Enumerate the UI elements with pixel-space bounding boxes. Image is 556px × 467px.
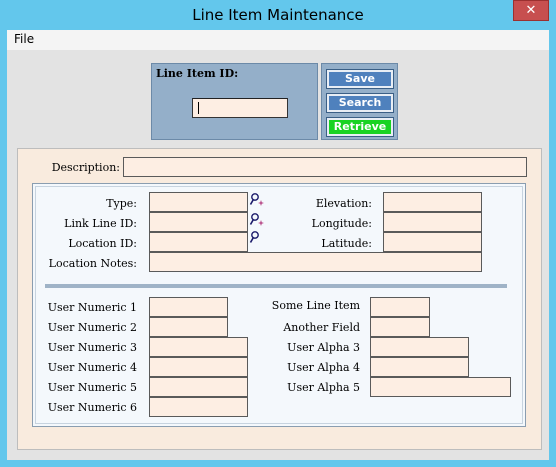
location-lookup-icon[interactable] bbox=[249, 230, 265, 246]
user-alpha-4-input[interactable] bbox=[370, 357, 469, 377]
user-numeric-5-input[interactable] bbox=[149, 377, 248, 397]
details-panel: Description: Type: Link Line ID: Locatio… bbox=[17, 148, 542, 450]
title-bar: Line Item Maintenance ✕ bbox=[0, 0, 556, 30]
latitude-input[interactable] bbox=[383, 232, 482, 252]
type-label: Type: bbox=[106, 197, 137, 210]
user-numeric-6-input[interactable] bbox=[149, 397, 248, 417]
elevation-label: Elevation: bbox=[315, 197, 372, 210]
user-numeric-4-label: User Numeric 4 bbox=[47, 361, 137, 374]
user-numeric-4-input[interactable] bbox=[149, 357, 248, 377]
close-button[interactable]: ✕ bbox=[513, 0, 549, 21]
line-item-id-input[interactable] bbox=[192, 98, 288, 118]
location-id-label: Location ID: bbox=[68, 237, 137, 250]
link-line-id-label: Link Line ID: bbox=[64, 217, 137, 230]
section-divider bbox=[45, 284, 507, 288]
some-line-item-input[interactable] bbox=[370, 297, 430, 317]
menu-file[interactable]: File bbox=[14, 32, 34, 46]
search-button[interactable]: Search bbox=[326, 93, 394, 113]
latitude-label: Latitude: bbox=[321, 237, 372, 250]
retrieve-button[interactable]: Retrieve bbox=[326, 117, 394, 137]
location-notes-input[interactable] bbox=[149, 252, 482, 272]
text-caret bbox=[198, 102, 199, 114]
user-alpha-4-label: User Alpha 4 bbox=[287, 361, 360, 374]
menu-bar: File bbox=[7, 30, 549, 50]
save-button[interactable]: Save bbox=[326, 69, 394, 89]
user-numeric-2-label: User Numeric 2 bbox=[47, 321, 137, 334]
link-line-id-input[interactable] bbox=[149, 212, 248, 232]
inner-form-panel: Type: Link Line ID: Location ID: Locatio… bbox=[32, 183, 526, 427]
some-line-item-label: Some Line Item bbox=[271, 299, 360, 312]
user-alpha-3-input[interactable] bbox=[370, 337, 469, 357]
user-numeric-5-label: User Numeric 5 bbox=[47, 381, 137, 394]
action-button-panel: Save Search Retrieve bbox=[321, 63, 398, 140]
another-field-label: Another Field bbox=[283, 321, 360, 334]
longitude-label: Longitude: bbox=[311, 217, 372, 230]
type-lookup-icon[interactable] bbox=[249, 192, 265, 208]
location-notes-label: Location Notes: bbox=[48, 257, 137, 270]
user-numeric-3-input[interactable] bbox=[149, 337, 248, 357]
elevation-input[interactable] bbox=[383, 192, 482, 212]
link-line-lookup-icon[interactable] bbox=[249, 212, 265, 228]
window-body: File Line Item ID: Save Search Retrieve … bbox=[7, 30, 549, 460]
description-input[interactable] bbox=[123, 157, 527, 177]
user-numeric-3-label: User Numeric 3 bbox=[47, 341, 137, 354]
location-id-input[interactable] bbox=[149, 232, 248, 252]
line-item-id-label: Line Item ID: bbox=[156, 67, 239, 80]
longitude-input[interactable] bbox=[383, 212, 482, 232]
line-item-id-panel: Line Item ID: bbox=[151, 63, 318, 140]
user-alpha-5-label: User Alpha 5 bbox=[287, 381, 360, 394]
user-numeric-2-input[interactable] bbox=[149, 317, 228, 337]
user-alpha-3-label: User Alpha 3 bbox=[287, 341, 360, 354]
user-numeric-6-label: User Numeric 6 bbox=[47, 401, 137, 414]
user-numeric-1-label: User Numeric 1 bbox=[47, 301, 137, 314]
type-input[interactable] bbox=[149, 192, 248, 212]
description-label: Description: bbox=[51, 161, 120, 174]
window-title: Line Item Maintenance bbox=[192, 6, 364, 24]
user-alpha-5-input[interactable] bbox=[370, 377, 511, 397]
user-numeric-1-input[interactable] bbox=[149, 297, 228, 317]
another-field-input[interactable] bbox=[370, 317, 430, 337]
